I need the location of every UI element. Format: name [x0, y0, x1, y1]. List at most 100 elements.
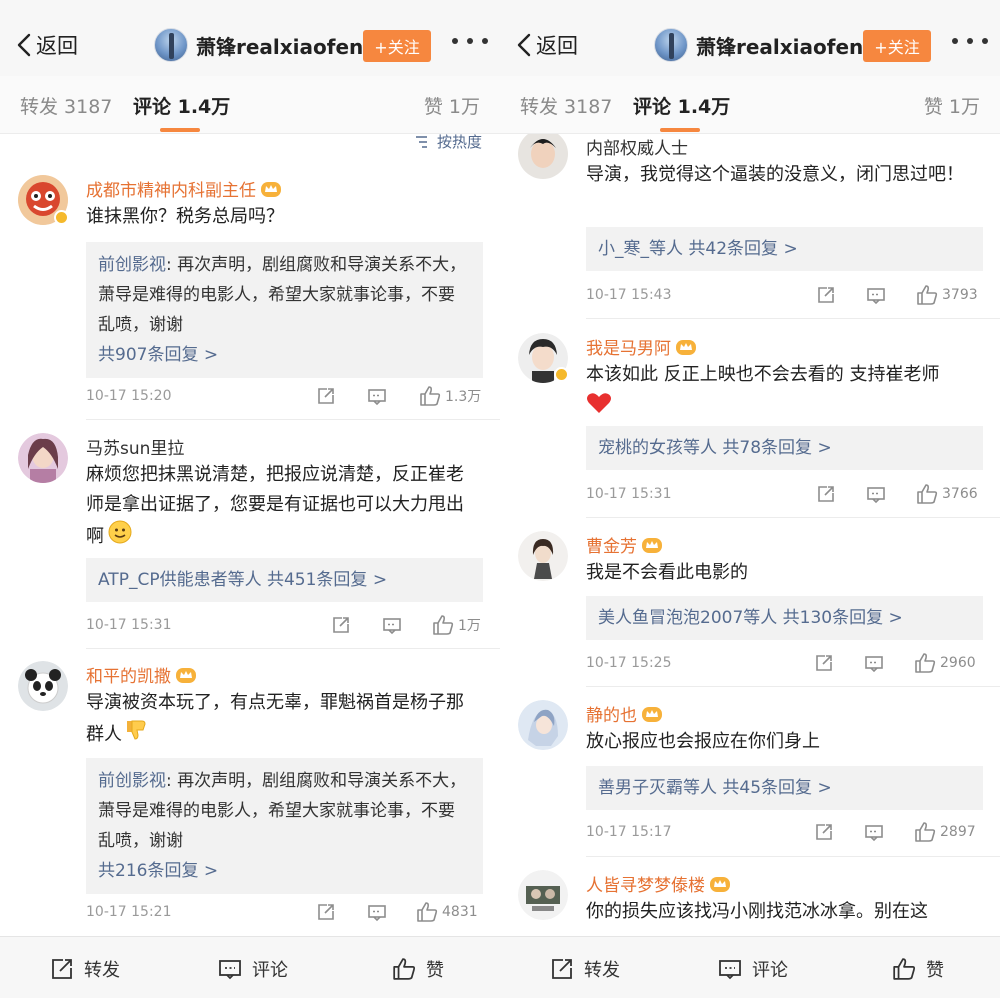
share-icon[interactable] — [316, 386, 336, 406]
comment-button[interactable]: 评论 — [718, 956, 788, 982]
reply-icon[interactable] — [866, 484, 886, 504]
follow-button[interactable]: +关注 — [863, 30, 931, 62]
author-avatar[interactable] — [654, 28, 688, 62]
commenter-name-text[interactable]: 人皆寻梦梦傣楼 — [586, 871, 705, 896]
reply-box[interactable]: 美人鱼冒泡泡2007等人 共130条回复 > — [586, 596, 983, 640]
commenter-name[interactable]: 曹金芳 — [586, 532, 663, 557]
commenter-name-text[interactable]: 我是马男阿 — [586, 334, 671, 359]
reply-box[interactable]: ATP_CP供能患者等人 共451条回复 > — [86, 558, 483, 602]
tab-repost[interactable]: 转发 3187 — [20, 92, 112, 119]
reply-count-link[interactable]: 善男子灭霸等人 共45条回复 > — [598, 774, 971, 802]
commenter-name-text[interactable]: 内部权威人士 — [586, 134, 688, 159]
reply-author[interactable]: 前创影视 — [98, 255, 166, 275]
comment-button[interactable]: 评论 — [218, 956, 288, 982]
author-info[interactable]: 萧锋realxiaofeng — [154, 28, 378, 62]
commenter-name[interactable]: 我是马男阿 — [586, 334, 697, 359]
reply-box[interactable]: 宠桃的女孩等人 共78条回复 > — [586, 426, 983, 470]
author-name[interactable]: 萧锋realxiaofeng — [696, 31, 878, 60]
commenter-name-text[interactable]: 成都市精神内科副主任 — [86, 176, 256, 201]
repost-button[interactable]: 转发 — [550, 956, 620, 982]
comment-label: 评论 — [752, 960, 788, 981]
commenter-name[interactable]: 人皆寻梦梦傣楼 — [586, 871, 731, 896]
avatar[interactable] — [18, 661, 68, 711]
follow-button[interactable]: +关注 — [363, 30, 431, 62]
repost-icon — [552, 959, 572, 979]
author-avatar[interactable] — [154, 28, 188, 62]
commenter-name-text[interactable]: 和平的凯撒 — [86, 662, 171, 687]
share-icon[interactable] — [331, 615, 351, 635]
avatar[interactable] — [518, 134, 568, 182]
share-icon[interactable] — [814, 653, 834, 673]
comment-meta: 10-17 15:25 2960 — [586, 653, 983, 675]
commenter-name-text[interactable]: 曹金芳 — [586, 532, 637, 557]
back-button[interactable]: 返回 — [14, 30, 78, 60]
comment-icon — [219, 960, 241, 980]
thumbs-up-icon — [433, 615, 454, 635]
comment-label: 评论 — [252, 960, 288, 981]
share-icon[interactable] — [816, 285, 836, 305]
tab-comment[interactable]: 评论 1.4万 — [633, 92, 730, 119]
reply-count-link[interactable]: 共907条回复 > — [98, 340, 471, 370]
share-icon[interactable] — [316, 902, 336, 922]
avatar[interactable] — [518, 531, 568, 581]
reply-box[interactable]: 前创影视: 再次声明，剧组腐败和导演关系不大，萧导是难得的电影人，希望大家就事论… — [86, 758, 483, 894]
reply-count-link[interactable]: 宠桃的女孩等人 共78条回复 > — [598, 434, 971, 462]
reply-author[interactable]: 前创影视 — [98, 771, 166, 791]
like-button[interactable]: 2897 — [914, 822, 976, 842]
commenter-name[interactable]: 成都市精神内科副主任 — [86, 176, 282, 201]
commenter-name[interactable]: 静的也 — [586, 701, 663, 726]
share-icon[interactable] — [816, 484, 836, 504]
share-icon[interactable] — [814, 822, 834, 842]
divider — [86, 419, 500, 420]
reply-box[interactable]: 小_寒_等人 共42条回复 > — [586, 227, 983, 271]
commenter-name[interactable]: 和平的凯撒 — [86, 662, 197, 687]
comment-meta: 10-17 15:21 4831 — [86, 902, 483, 924]
sort-button[interactable]: 按热度 — [415, 131, 482, 152]
reply-icon[interactable] — [367, 902, 387, 922]
back-button[interactable]: 返回 — [514, 30, 578, 60]
commenter-name[interactable]: 马苏sun里拉 — [86, 434, 184, 459]
back-label: 返回 — [536, 34, 578, 58]
tab-like[interactable]: 赞 1万 — [924, 92, 980, 119]
commenter-name-text[interactable]: 马苏sun里拉 — [86, 434, 184, 459]
commenter-name-text[interactable]: 静的也 — [586, 701, 637, 726]
like-bottom-button[interactable]: 赞 — [392, 956, 444, 982]
reply-icon[interactable] — [382, 615, 402, 635]
reply-box[interactable]: 善男子灭霸等人 共45条回复 > — [586, 766, 983, 810]
tab-comment[interactable]: 评论 1.4万 — [133, 92, 230, 119]
avatar[interactable] — [518, 700, 568, 750]
tab-like[interactable]: 赞 1万 — [424, 92, 480, 119]
more-icon[interactable] — [452, 38, 488, 48]
like-button[interactable]: 1.3万 — [419, 386, 481, 406]
comment-meta: 10-17 15:31 3766 — [586, 484, 983, 506]
comment-meta: 10-17 15:43 3793 — [586, 285, 983, 307]
avatar[interactable] — [18, 433, 68, 483]
like-button[interactable]: 4831 — [416, 902, 478, 922]
like-button[interactable]: 2960 — [914, 653, 976, 673]
reply-count-link[interactable]: 美人鱼冒泡泡2007等人 共130条回复 > — [598, 604, 971, 632]
comment-meta: 10-17 15:17 2897 — [586, 822, 983, 844]
repost-button[interactable]: 转发 — [50, 956, 120, 982]
reply-icon[interactable] — [866, 285, 886, 305]
divider — [586, 517, 1000, 518]
reply-icon[interactable] — [367, 386, 387, 406]
comment-text: 我是不会看此电影的 — [586, 562, 748, 583]
like-button[interactable]: 3766 — [916, 484, 978, 504]
commenter-name[interactable]: 内部权威人士 — [586, 134, 688, 159]
reply-icon[interactable] — [864, 822, 884, 842]
like-bottom-button[interactable]: 赞 — [892, 956, 944, 982]
author-name[interactable]: 萧锋realxiaofeng — [196, 31, 378, 60]
more-icon[interactable] — [952, 38, 988, 48]
comment-text: 麻烦您把抹黑说清楚，把报应说清楚，反正崔老师是拿出证据了，您要是有证据也可以大力… — [86, 460, 481, 554]
divider — [586, 686, 1000, 687]
reply-box[interactable]: 前创影视: 再次声明，剧组腐败和导演关系不大，萧导是难得的电影人，希望大家就事论… — [86, 242, 483, 378]
reply-count-link[interactable]: 小_寒_等人 共42条回复 > — [598, 235, 971, 263]
like-button[interactable]: 1万 — [432, 615, 481, 635]
reply-count-link[interactable]: 共216条回复 > — [98, 856, 471, 886]
reply-count-link[interactable]: ATP_CP供能患者等人 共451条回复 > — [98, 566, 471, 594]
reply-icon[interactable] — [864, 653, 884, 673]
like-button[interactable]: 3793 — [916, 285, 978, 305]
author-info[interactable]: 萧锋realxiaofeng — [654, 28, 878, 62]
tab-repost[interactable]: 转发 3187 — [520, 92, 612, 119]
avatar[interactable] — [518, 870, 568, 920]
